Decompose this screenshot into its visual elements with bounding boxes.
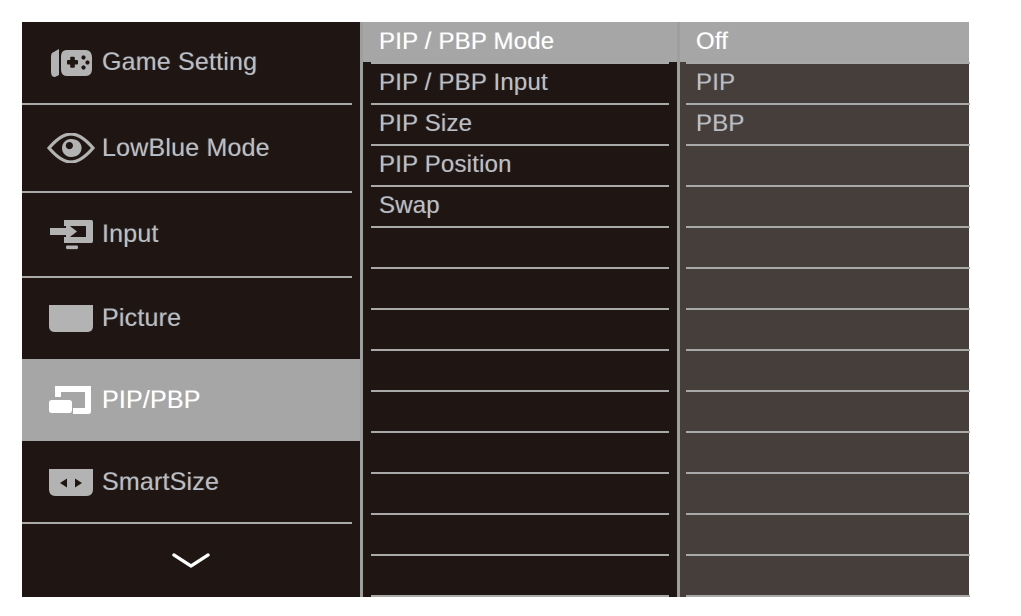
sidebar-item-label: LowBlue Mode (102, 133, 270, 162)
sidebar-item-label: Game Setting (102, 48, 258, 76)
gamepad-icon (40, 40, 102, 86)
value-item-label: PBP (696, 110, 745, 137)
sidebar-item-input[interactable]: Input (22, 193, 360, 276)
sidebar-divider (22, 276, 352, 278)
osd-values-column: Off PIP PBP (680, 22, 970, 597)
submenu-item-row[interactable] (363, 391, 677, 431)
smartsize-icon (40, 460, 102, 506)
value-item-row[interactable] (680, 473, 969, 513)
submenu-item-row[interactable]: PIP / PBP Input (363, 63, 677, 103)
sidebar-item-label: SmartSize (102, 468, 220, 496)
sidebar-item-game-setting[interactable]: Game Setting (22, 22, 360, 103)
submenu-item-label: Swap (379, 192, 440, 219)
value-item-divider (686, 595, 970, 597)
sidebar-item-picture[interactable]: Picture (22, 278, 360, 359)
submenu-item-row[interactable] (363, 473, 677, 513)
osd-menu-panel: Game Setting LowBlue Mode Input Picture … (22, 22, 970, 597)
submenu-item-row[interactable] (363, 227, 677, 267)
submenu-item-row[interactable] (363, 350, 677, 390)
value-item-row[interactable]: Off (680, 22, 969, 62)
submenu-item-row[interactable]: PIP Position (363, 145, 677, 185)
value-item-row[interactable]: PBP (680, 104, 969, 144)
eye-icon (40, 125, 102, 171)
osd-submenu-column: PIP / PBP Mode PIP / PBP Input PIP Size PIP… (363, 22, 677, 597)
value-item-row[interactable]: PIP (680, 63, 969, 103)
value-item-label: PIP (696, 69, 736, 96)
chevron-down-icon (172, 552, 210, 570)
value-item-row[interactable] (680, 432, 969, 472)
submenu-item-label: PIP Size (379, 110, 473, 137)
submenu-item-divider (371, 595, 669, 597)
sidebar-item-smartsize[interactable]: SmartSize (22, 443, 360, 522)
submenu-item-row[interactable] (363, 432, 677, 472)
value-item-label: Off (696, 28, 729, 55)
osd-sidebar: Game Setting LowBlue Mode Input Picture … (22, 22, 360, 597)
value-item-row[interactable] (680, 145, 969, 185)
submenu-item-row[interactable] (363, 514, 677, 554)
submenu-item-row[interactable]: Swap (363, 186, 677, 226)
value-item-row[interactable] (680, 309, 969, 349)
sidebar-divider (22, 103, 352, 105)
submenu-item-row[interactable] (363, 555, 677, 595)
submenu-item-row[interactable] (363, 309, 677, 349)
sidebar-scroll-down-button[interactable] (22, 524, 360, 597)
sidebar-item-label: Picture (102, 304, 182, 332)
pip-pbp-icon (40, 377, 102, 423)
input-arrow-icon (40, 212, 102, 258)
value-item-row[interactable] (680, 514, 969, 554)
sidebar-item-label: Input (102, 220, 159, 248)
value-item-row[interactable] (680, 350, 969, 390)
value-item-row[interactable] (680, 268, 969, 308)
value-item-row[interactable] (680, 227, 969, 267)
value-item-row[interactable] (680, 555, 969, 595)
sidebar-divider (22, 191, 352, 193)
picture-icon (40, 296, 102, 342)
submenu-item-row[interactable] (363, 268, 677, 308)
submenu-item-label: PIP Position (379, 151, 512, 178)
sidebar-item-label: PIP/PBP (102, 385, 201, 414)
submenu-item-row[interactable]: PIP / PBP Mode (363, 22, 677, 62)
value-item-row[interactable] (680, 391, 969, 431)
submenu-item-row[interactable]: PIP Size (363, 104, 677, 144)
sidebar-item-lowblue-mode[interactable]: LowBlue Mode (22, 105, 360, 191)
submenu-item-label: PIP / PBP Mode (379, 28, 555, 55)
submenu-item-label: PIP / PBP Input (379, 69, 548, 96)
value-item-row[interactable] (680, 186, 969, 226)
sidebar-item-pip-pbp[interactable]: PIP/PBP (22, 359, 360, 441)
